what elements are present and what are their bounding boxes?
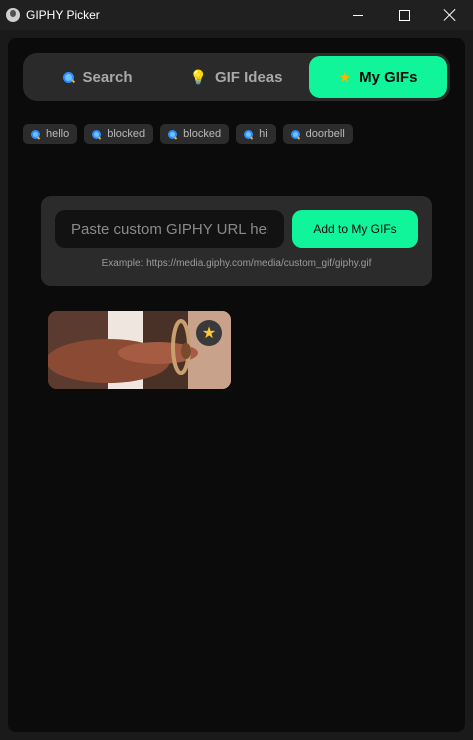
search-icon [290, 129, 300, 139]
chip-label: blocked [107, 128, 146, 140]
search-icon [168, 129, 178, 139]
recent-search-chip[interactable]: doorbell [282, 124, 353, 144]
minimize-button[interactable] [335, 0, 381, 30]
search-icon [244, 129, 254, 139]
recent-searches: hello blocked blocked hi doorbell [23, 124, 353, 144]
saved-gif-thumbnail[interactable]: ★ [48, 311, 231, 389]
custom-url-input[interactable] [55, 210, 284, 248]
search-icon [63, 71, 75, 83]
example-url-hint: Example: https://media.giphy.com/media/c… [101, 258, 372, 269]
tab-my-gifs[interactable]: ★ My GIFs [309, 56, 447, 98]
recent-search-chip[interactable]: hi [236, 124, 276, 144]
custom-gif-form: Add to My GIFs Example: https://media.gi… [41, 196, 432, 286]
maximize-icon [398, 9, 410, 21]
minimize-icon [353, 14, 363, 16]
tab-label: Search [82, 68, 133, 86]
close-icon [444, 9, 456, 21]
add-to-my-gifs-button[interactable]: Add to My GIFs [292, 210, 418, 248]
close-button[interactable] [427, 0, 473, 30]
star-icon: ★ [338, 68, 352, 85]
recent-search-chip[interactable]: hello [23, 124, 78, 144]
maximize-button[interactable] [381, 0, 427, 30]
chip-label: hello [46, 128, 70, 140]
tab-bar: Search 💡 GIF Ideas ★ My GIFs [23, 53, 450, 101]
main-panel: Search 💡 GIF Ideas ★ My GIFs hello block… [8, 38, 465, 732]
tab-search[interactable]: Search [29, 56, 167, 98]
chip-label: hi [259, 128, 268, 140]
title-bar: GIPHY Picker [0, 0, 473, 30]
search-icon [92, 129, 102, 139]
chip-label: blocked [183, 128, 222, 140]
window-title: GIPHY Picker [26, 8, 100, 22]
favorite-star-icon[interactable]: ★ [196, 320, 222, 346]
tab-label: GIF Ideas [214, 68, 283, 86]
search-icon [31, 129, 40, 139]
recent-search-chip[interactable]: blocked [160, 124, 230, 144]
chip-label: doorbell [305, 128, 345, 140]
tab-label: My GIFs [359, 68, 418, 86]
recent-search-chip[interactable]: blocked [84, 124, 154, 144]
window-controls [335, 0, 473, 30]
giphy-logo-icon [6, 8, 20, 22]
lightbulb-icon: 💡 [189, 68, 207, 85]
tab-gif-ideas[interactable]: 💡 GIF Ideas [167, 56, 305, 98]
